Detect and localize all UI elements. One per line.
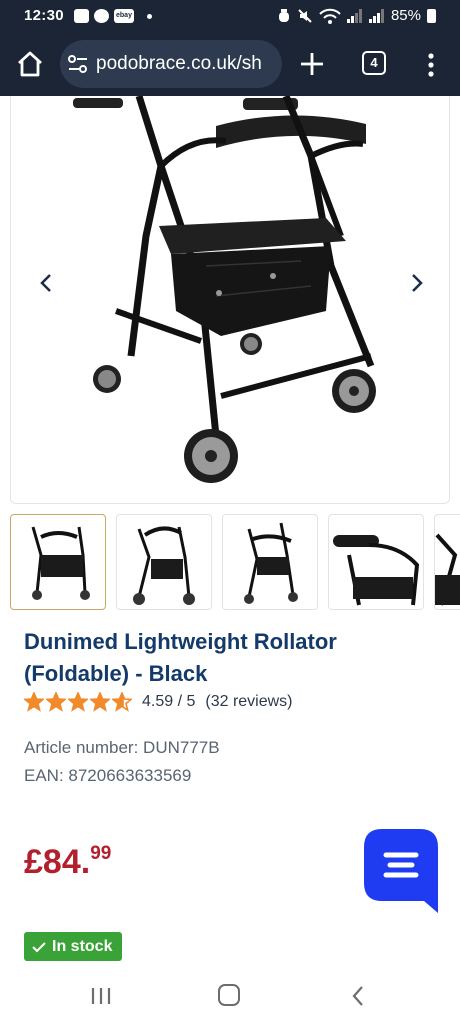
thumbnail-4-image xyxy=(333,535,420,606)
thumbnail-1-image xyxy=(31,526,90,600)
new-tab-icon[interactable] xyxy=(298,50,326,78)
wifi-icon xyxy=(319,8,341,24)
battery-percent: 85% xyxy=(390,7,421,24)
ebay-icon: ebay xyxy=(114,9,134,23)
star-icon xyxy=(112,692,132,712)
price-cents: 99 xyxy=(90,843,112,864)
stock-label: In stock xyxy=(52,937,113,955)
product-image xyxy=(73,96,376,483)
product-price: £84.99 xyxy=(24,843,111,882)
back-icon[interactable] xyxy=(350,984,366,1008)
system-navigation-bar xyxy=(0,968,460,1024)
stock-badge: In stock xyxy=(24,932,123,961)
more-options-icon[interactable] xyxy=(420,50,442,80)
thumbnail-4[interactable] xyxy=(328,514,424,610)
star-icon xyxy=(90,692,110,712)
signal-1-icon xyxy=(346,8,362,23)
notification-icons: ebay xyxy=(74,9,152,23)
next-image-arrow-icon[interactable] xyxy=(404,266,430,300)
home-button-icon[interactable] xyxy=(218,984,240,1006)
article-number: Article number: DUN777B xyxy=(24,738,220,757)
product-title: Dunimed Lightweight Rollator (Foldable) … xyxy=(24,629,337,686)
messenger-icon xyxy=(94,9,109,23)
url-text: podobrace.co.uk/sh xyxy=(96,53,262,74)
address-bar[interactable]: podobrace.co.uk/sh xyxy=(60,40,282,88)
thumbnail-2[interactable] xyxy=(116,514,212,610)
star-rating xyxy=(24,692,132,712)
status-bar: 12:30 ebay 85% xyxy=(0,0,460,34)
rating-score: 4.59 / 5 xyxy=(142,693,196,710)
rating-summary[interactable]: 4.59 / 5 (32 reviews) xyxy=(24,692,293,712)
thumbnail-strip[interactable] xyxy=(10,514,460,610)
thumbnail-3[interactable] xyxy=(222,514,318,610)
status-time: 12:30 xyxy=(24,7,64,24)
star-icon xyxy=(46,692,66,712)
mute-icon xyxy=(298,8,312,23)
signal-2-icon xyxy=(368,8,384,23)
ean-number: EAN: 8720663633569 xyxy=(24,766,192,785)
tab-switcher-button[interactable]: 4 xyxy=(362,51,386,75)
star-icon xyxy=(24,692,44,712)
thumbnail-5-image xyxy=(435,533,460,606)
thumbnail-3-image xyxy=(244,522,298,604)
battery-icon xyxy=(427,8,436,23)
gallery-icon xyxy=(74,9,89,23)
chat-button-icon[interactable] xyxy=(364,829,438,913)
home-icon[interactable] xyxy=(14,48,46,80)
previous-image-arrow-icon[interactable] xyxy=(33,266,59,300)
browser-toolbar: podobrace.co.uk/sh 4 xyxy=(0,34,460,96)
more-notifications-icon xyxy=(147,13,152,19)
product-image-gallery[interactable] xyxy=(10,96,450,504)
thumbnail-2-image xyxy=(133,526,195,605)
system-icons: 85% xyxy=(277,7,436,24)
site-settings-icon[interactable] xyxy=(68,55,88,73)
alarm-icon xyxy=(278,8,289,22)
thumbnail-1[interactable] xyxy=(10,514,106,610)
recent-apps-icon[interactable] xyxy=(90,986,112,1006)
checkmark-icon xyxy=(32,941,46,952)
price-main: £84. xyxy=(24,843,91,881)
thumbnail-5[interactable] xyxy=(434,514,460,610)
star-icon xyxy=(68,692,88,712)
reviews-link[interactable]: (32 reviews) xyxy=(205,693,292,711)
